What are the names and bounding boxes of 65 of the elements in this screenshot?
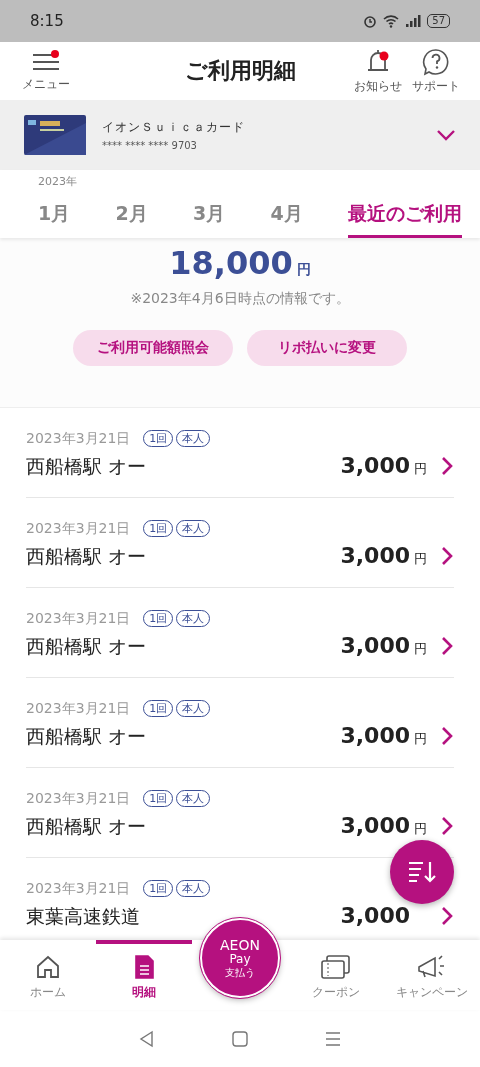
currency-unit: 円 [414, 460, 428, 478]
year-label: 2023年 [38, 174, 78, 190]
action-button[interactable]: リボ払いに変更 [247, 330, 407, 366]
month-tab[interactable]: 2月 [115, 197, 148, 238]
status-time: 8:15 [30, 12, 64, 30]
merchant-name: 西船橋駅 オー [26, 453, 148, 479]
transaction-date: 2023年3月21日 [26, 879, 131, 898]
signal-icon [405, 14, 422, 28]
transaction-date: 2023年3月21日 [26, 429, 131, 448]
card-number: **** **** **** 9703 [102, 140, 198, 151]
menu-button[interactable]: メニュー [22, 49, 70, 93]
month-tab[interactable]: 1月 [38, 197, 71, 238]
back-icon[interactable] [137, 1029, 156, 1048]
transaction-amount: 3,000 [340, 723, 410, 748]
merchant-name: 西船橋駅 オー [26, 543, 148, 569]
page-title: ご利用明細 [184, 57, 296, 85]
credit-card-icon [24, 115, 86, 155]
total-amount: 18,000 [169, 244, 293, 282]
transaction-date: 2023年3月21日 [26, 789, 131, 808]
transaction-amount: 3,000 [340, 543, 410, 568]
menu-icon[interactable] [324, 1029, 343, 1048]
month-tab[interactable]: 4月 [270, 197, 303, 238]
chevron-right-icon [440, 635, 454, 656]
merchant-name: 東葉高速鉄道 [26, 903, 141, 929]
alarm-icon [363, 14, 378, 28]
transaction-amount: 3,000 [340, 453, 410, 478]
action-button[interactable]: ご利用可能額照会 [73, 330, 233, 366]
currency-unit: 円 [414, 550, 428, 568]
currency-unit: 円 [414, 820, 428, 838]
month-tab[interactable]: 3月 [193, 197, 226, 238]
currency-unit: 円 [296, 261, 311, 279]
notifications-button[interactable]: お知らせ [354, 47, 402, 95]
home-icon [34, 953, 62, 981]
transaction-amount: 3,000 [340, 813, 410, 838]
merchant-name: 西船橋駅 オー [26, 813, 148, 839]
chevron-right-icon [440, 545, 454, 566]
nav-tab[interactable]: ホーム [0, 940, 96, 1010]
chevron-right-icon [440, 725, 454, 746]
nav-tab[interactable]: キャンペーン [384, 940, 480, 1010]
chevron-right-icon [440, 905, 454, 926]
transaction-amount: 3,000 [340, 903, 410, 928]
currency-unit: 円 [414, 730, 428, 748]
currency-unit: 円 [414, 640, 428, 658]
transaction-date: 2023年3月21日 [26, 609, 131, 628]
merchant-name: 西船橋駅 オー [26, 633, 148, 659]
transaction-date: 2023年3月21日 [26, 519, 131, 538]
nav-tab[interactable]: 明細 [96, 940, 192, 1010]
sort-icon [407, 859, 437, 885]
card-name: イオンＳｕｉｃａカード [102, 119, 246, 136]
chevron-right-icon [440, 455, 454, 476]
transaction-amount: 3,000 [340, 633, 410, 658]
info-note: ※2023年4月6日時点の情報です。 [130, 290, 350, 308]
home-button-icon[interactable] [231, 1029, 249, 1048]
nav-tab[interactable]: クーポン [288, 940, 384, 1010]
transaction-date: 2023年3月21日 [26, 699, 131, 718]
wifi-icon [383, 14, 400, 28]
support-button[interactable]: サポート [412, 47, 460, 95]
chevron-right-icon [440, 815, 454, 836]
card-selector[interactable]: イオンＳｕｉｃａカード **** **** **** 9703 [0, 100, 480, 170]
pay-button[interactable]: AEON Pay 支払う [200, 918, 280, 998]
coupon-icon [319, 953, 353, 981]
merchant-name: 西船橋駅 オー [26, 723, 148, 749]
chevron-down-icon [436, 129, 456, 141]
sort-button[interactable] [390, 840, 454, 904]
battery-level: 57 [427, 14, 450, 28]
